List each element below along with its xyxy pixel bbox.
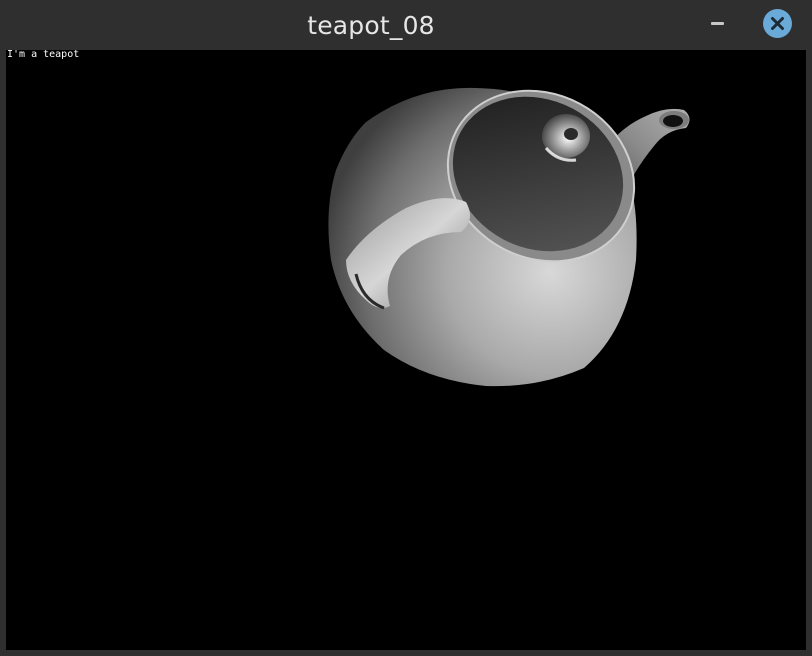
close-icon (771, 17, 784, 30)
render-canvas[interactable]: I'm a teapot (6, 50, 806, 650)
title-bar[interactable]: teapot_08 (0, 0, 812, 50)
teapot-render (328, 87, 690, 387)
minimize-button[interactable] (706, 12, 730, 36)
app-window: teapot_08 I'm a teapot (0, 0, 812, 656)
window-title: teapot_08 (307, 11, 435, 40)
close-button[interactable] (763, 9, 792, 38)
minimize-icon (711, 22, 724, 25)
overlay-caption: I'm a teapot (7, 50, 80, 60)
